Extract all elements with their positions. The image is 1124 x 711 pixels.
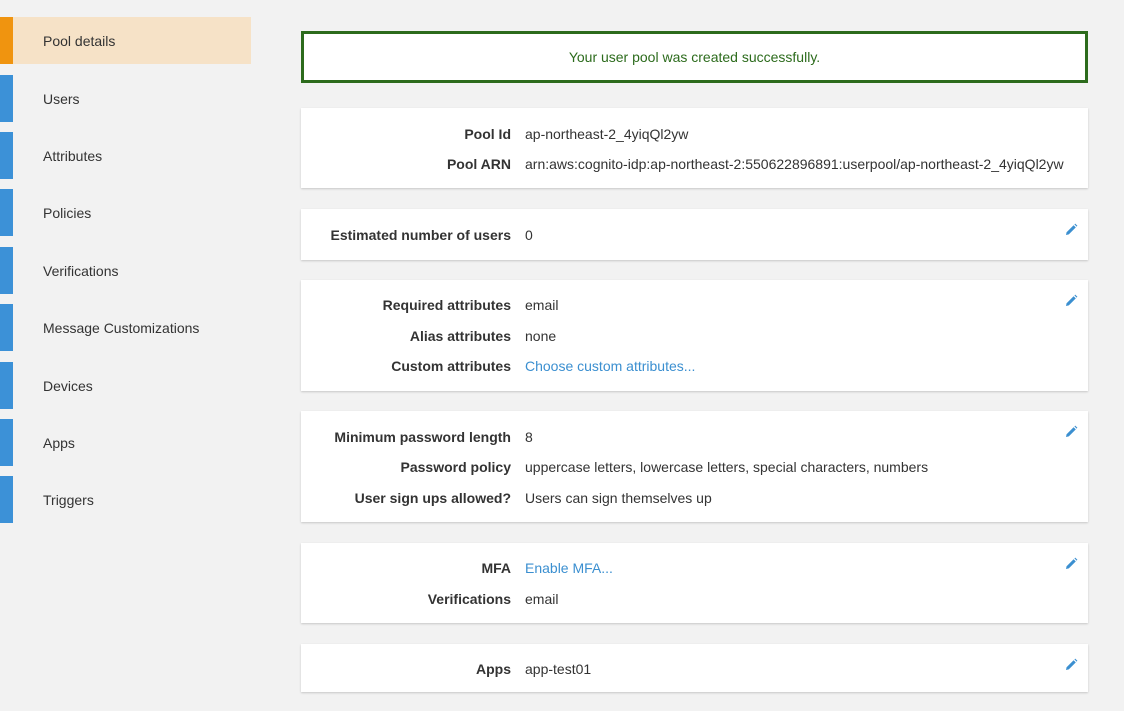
verifications-label: Verifications — [427, 591, 511, 607]
cognito-pool-details-page: Pool details Users Attributes Policies V… — [0, 0, 1124, 711]
sidebar-item-label: Policies — [43, 204, 92, 221]
estimated-users-row: Estimated number of users 0 — [301, 227, 1088, 247]
success-banner: Your user pool was created successfully. — [301, 31, 1088, 83]
apps-label: Apps — [476, 661, 511, 677]
sidebar-item-verifications[interactable]: Verifications — [0, 247, 252, 294]
custom-attributes-row: Custom attributes Choose custom attribut… — [301, 358, 1088, 378]
user-signups-row: User sign ups allowed? Users can sign th… — [301, 490, 1088, 510]
sidebar-item-label: Apps — [43, 434, 75, 451]
alias-attributes-label: Alias attributes — [409, 328, 511, 344]
pool-identity-card: Pool Id ap-northeast-2_4yiqQl2yw Pool AR… — [301, 108, 1088, 188]
sidebar-item-label: Devices — [43, 377, 93, 394]
sidebar-item-attributes[interactable]: Attributes — [0, 132, 252, 179]
sidebar-item-users[interactable]: Users — [0, 75, 252, 122]
sidebar-item-label: Verifications — [43, 262, 119, 279]
mfa-row: MFA Enable MFA... — [301, 560, 1088, 580]
password-policy-row: Password policy uppercase letters, lower… — [301, 459, 1088, 479]
estimated-users-label: Estimated number of users — [330, 227, 512, 243]
password-policy-value: uppercase letters, lowercase letters, sp… — [525, 459, 929, 475]
attributes-card: Required attributes email Alias attribut… — [301, 280, 1088, 391]
pool-id-label: Pool Id — [464, 126, 511, 142]
sidebar-item-label: Attributes — [43, 147, 103, 164]
alias-attributes-value: none — [525, 328, 557, 344]
edit-pencil-icon[interactable] — [1064, 294, 1078, 308]
users-card: Estimated number of users 0 — [301, 209, 1088, 260]
policies-card: Minimum password length 8 Password polic… — [301, 411, 1088, 522]
verifications-row: Verifications email — [301, 591, 1088, 611]
enable-mfa-link[interactable]: Enable MFA... — [525, 560, 613, 576]
user-signups-value: Users can sign themselves up — [525, 490, 712, 506]
edit-pencil-icon[interactable] — [1064, 658, 1078, 672]
min-password-length-label: Minimum password length — [334, 429, 511, 445]
user-signups-label: User sign ups allowed? — [354, 490, 511, 506]
password-policy-label: Password policy — [400, 459, 511, 475]
pool-id-row: Pool Id ap-northeast-2_4yiqQl2yw — [301, 126, 1088, 146]
alias-attributes-row: Alias attributes none — [301, 328, 1088, 348]
choose-custom-attributes-link[interactable]: Choose custom attributes... — [525, 358, 695, 374]
nav-indicator — [0, 189, 13, 236]
pool-id-value: ap-northeast-2_4yiqQl2yw — [525, 126, 689, 142]
pool-arn-value: arn:aws:cognito-idp:ap-northeast-2:55062… — [525, 156, 1064, 172]
nav-indicator — [0, 476, 13, 523]
apps-card: Apps app-test01 — [301, 644, 1088, 692]
estimated-users-value: 0 — [525, 227, 533, 243]
required-attributes-value: email — [525, 297, 559, 313]
edit-pencil-icon[interactable] — [1064, 223, 1078, 237]
nav-indicator — [0, 247, 13, 294]
edit-pencil-icon[interactable] — [1064, 557, 1078, 571]
apps-value: app-test01 — [525, 661, 592, 677]
required-attributes-label: Required attributes — [382, 297, 511, 313]
nav-indicator — [0, 132, 13, 179]
active-indicator — [0, 17, 13, 64]
nav-indicator — [0, 75, 13, 122]
sidebar-item-label: Pool details — [43, 32, 116, 49]
required-attributes-row: Required attributes email — [301, 297, 1088, 317]
sidebar-item-policies[interactable]: Policies — [0, 189, 252, 236]
verifications-value: email — [525, 591, 559, 607]
pool-arn-row: Pool ARN arn:aws:cognito-idp:ap-northeas… — [301, 156, 1088, 176]
sidebar-item-devices[interactable]: Devices — [0, 362, 252, 409]
sidebar-item-label: Users — [43, 90, 80, 107]
custom-attributes-label: Custom attributes — [391, 358, 511, 374]
min-password-length-value: 8 — [525, 429, 533, 445]
pool-arn-label: Pool ARN — [446, 156, 511, 172]
mfa-label: MFA — [481, 560, 511, 576]
sidebar-item-apps[interactable]: Apps — [0, 419, 252, 466]
min-password-length-row: Minimum password length 8 — [301, 429, 1088, 449]
nav-indicator — [0, 419, 13, 466]
apps-row: Apps app-test01 — [301, 661, 1088, 681]
sidebar-item-message-customizations[interactable]: Message Customizations — [0, 304, 252, 351]
nav-indicator — [0, 304, 13, 351]
sidebar-item-label: Triggers — [43, 491, 94, 508]
edit-pencil-icon[interactable] — [1064, 425, 1078, 439]
success-message: Your user pool was created successfully. — [568, 49, 821, 65]
sidebar-item-pool-details[interactable]: Pool details — [0, 17, 251, 64]
sidebar-nav: Pool details Users Attributes Policies V… — [0, 0, 252, 711]
sidebar-item-label: Message Customizations — [43, 319, 200, 336]
mfa-card: MFA Enable MFA... Verifications email — [301, 543, 1088, 623]
sidebar-item-triggers[interactable]: Triggers — [0, 476, 252, 523]
nav-indicator — [0, 362, 13, 409]
